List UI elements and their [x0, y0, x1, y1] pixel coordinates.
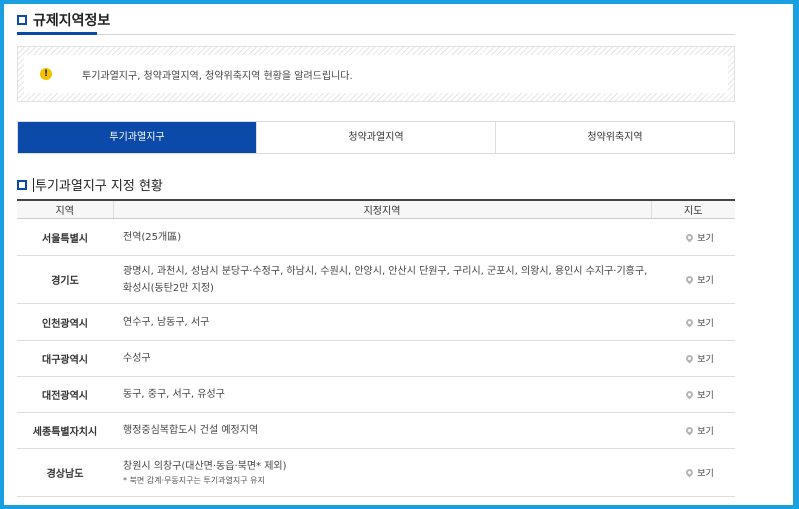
map-cell: 보기 — [651, 218, 735, 256]
region-cell: 서울특별시 — [17, 218, 113, 256]
map-pin-icon — [684, 274, 695, 285]
region-cell: 인천광역시 — [17, 303, 113, 341]
square-bullet-icon — [17, 179, 27, 190]
notice-inner: ! 투기과열지구, 청약과열지역, 청약위축지역 현황을 알려드립니다. — [24, 55, 728, 93]
table-row: 경상남도 창원시 의창구(대산면·동읍·북면* 제외) * 북면 감계·무동지구… — [17, 448, 735, 497]
section-title-text: 투기과열지구 지정 현황 — [35, 179, 163, 194]
title-divider — [17, 34, 735, 35]
text-cursor — [33, 177, 34, 192]
view-map-button[interactable]: 보기 — [684, 316, 714, 329]
page-title-text: 규제지역정보 — [33, 13, 111, 29]
map-pin-icon — [684, 353, 695, 364]
view-map-button[interactable]: 보기 — [684, 466, 714, 479]
title-underline — [17, 32, 97, 35]
map-cell: 보기 — [651, 255, 735, 304]
areas-cell: 광명시, 과천시, 성남시 분당구·수정구, 하남시, 수원시, 안양시, 안산… — [113, 255, 651, 304]
areas-cell: 창원시 의창구(대산면·동읍·북면* 제외) * 북면 감계·무동지구는 투기과… — [113, 448, 651, 497]
areas-cell: 연수구, 남동구, 서구 — [113, 303, 651, 341]
areas-cell: 수성구 — [113, 340, 651, 377]
areas-text: 창원시 의창구(대산면·동읍·북면* 제외) — [123, 461, 287, 472]
section-title: 투기과열지구 지정 현황 — [17, 175, 163, 194]
region-cell: 경기도 — [17, 255, 113, 304]
areas-cell: 동구, 중구, 서구, 유성구 — [113, 376, 651, 413]
view-map-button[interactable]: 보기 — [684, 273, 714, 286]
table-row: 인천광역시 연수구, 남동구, 서구 보기 — [17, 303, 735, 341]
table-row: 경기도 광명시, 과천시, 성남시 분당구·수정구, 하남시, 수원시, 안양시… — [17, 255, 735, 304]
header-areas: 지정지역 — [112, 199, 652, 219]
areas-cell: 행정중심복합도시 건설 예정지역 — [113, 412, 651, 449]
map-cell: 보기 — [651, 340, 735, 377]
view-map-label: 보기 — [697, 276, 714, 286]
areas-note: * 북면 감계·무동지구는 투기과열지구 유지 — [123, 476, 265, 485]
map-pin-icon — [684, 467, 695, 478]
notice-box: ! 투기과열지구, 청약과열지역, 청약위축지역 현황을 알려드립니다. — [17, 46, 735, 102]
table-header-row: 지역 지정지역 지도 — [17, 199, 735, 219]
view-map-label: 보기 — [697, 233, 714, 244]
page-title: 규제지역정보 — [17, 10, 110, 30]
map-pin-icon — [684, 232, 695, 242]
view-map-button[interactable]: 보기 — [684, 424, 714, 437]
view-map-button[interactable]: 보기 — [684, 352, 714, 365]
region-cell: 경상남도 — [17, 448, 113, 497]
view-map-label: 보기 — [697, 318, 714, 329]
map-cell: 보기 — [651, 448, 735, 497]
view-map-label: 보기 — [697, 427, 714, 437]
square-bullet-icon — [17, 15, 27, 25]
view-map-button[interactable]: 보기 — [684, 388, 714, 401]
map-pin-icon — [684, 389, 695, 400]
header-region: 지역 — [17, 199, 113, 219]
table-row: 서울특별시 전역(25개區) 보기 — [17, 218, 735, 256]
view-map-label: 보기 — [697, 355, 714, 365]
tab-subscription-contracted[interactable]: 청약위축지역 — [495, 122, 734, 153]
region-tabs: 투기과열지구 청약과열지역 청약위축지역 — [17, 121, 735, 154]
map-cell: 보기 — [651, 303, 735, 341]
view-map-label: 보기 — [697, 391, 714, 401]
designation-table: 지역 지정지역 지도 서울특별시 전역(25개區) 보기 경기도 광명시, 과천… — [17, 199, 735, 497]
map-cell: 보기 — [651, 412, 735, 449]
region-cell: 대구광역시 — [17, 340, 113, 377]
notice-text: 투기과열지구, 청약과열지역, 청약위축지역 현황을 알려드립니다. — [82, 70, 353, 82]
map-pin-icon — [684, 425, 695, 436]
view-map-label: 보기 — [697, 469, 714, 479]
map-pin-icon — [684, 317, 695, 327]
region-cell: 세종특별자치시 — [17, 412, 113, 449]
table-row: 대전광역시 동구, 중구, 서구, 유성구 보기 — [17, 376, 735, 413]
tab-subscription-overheated[interactable]: 청약과열지역 — [256, 122, 495, 153]
areas-cell: 전역(25개區) — [113, 218, 651, 256]
table-row: 대구광역시 수성구 보기 — [17, 340, 735, 377]
header-map: 지도 — [651, 199, 735, 219]
tab-speculation-overheated[interactable]: 투기과열지구 — [18, 122, 256, 153]
table-row: 세종특별자치시 행정중심복합도시 건설 예정지역 보기 — [17, 412, 735, 449]
view-map-button[interactable]: 보기 — [684, 231, 714, 244]
warning-icon: ! — [40, 68, 52, 80]
region-cell: 대전광역시 — [17, 376, 113, 413]
map-cell: 보기 — [651, 376, 735, 413]
